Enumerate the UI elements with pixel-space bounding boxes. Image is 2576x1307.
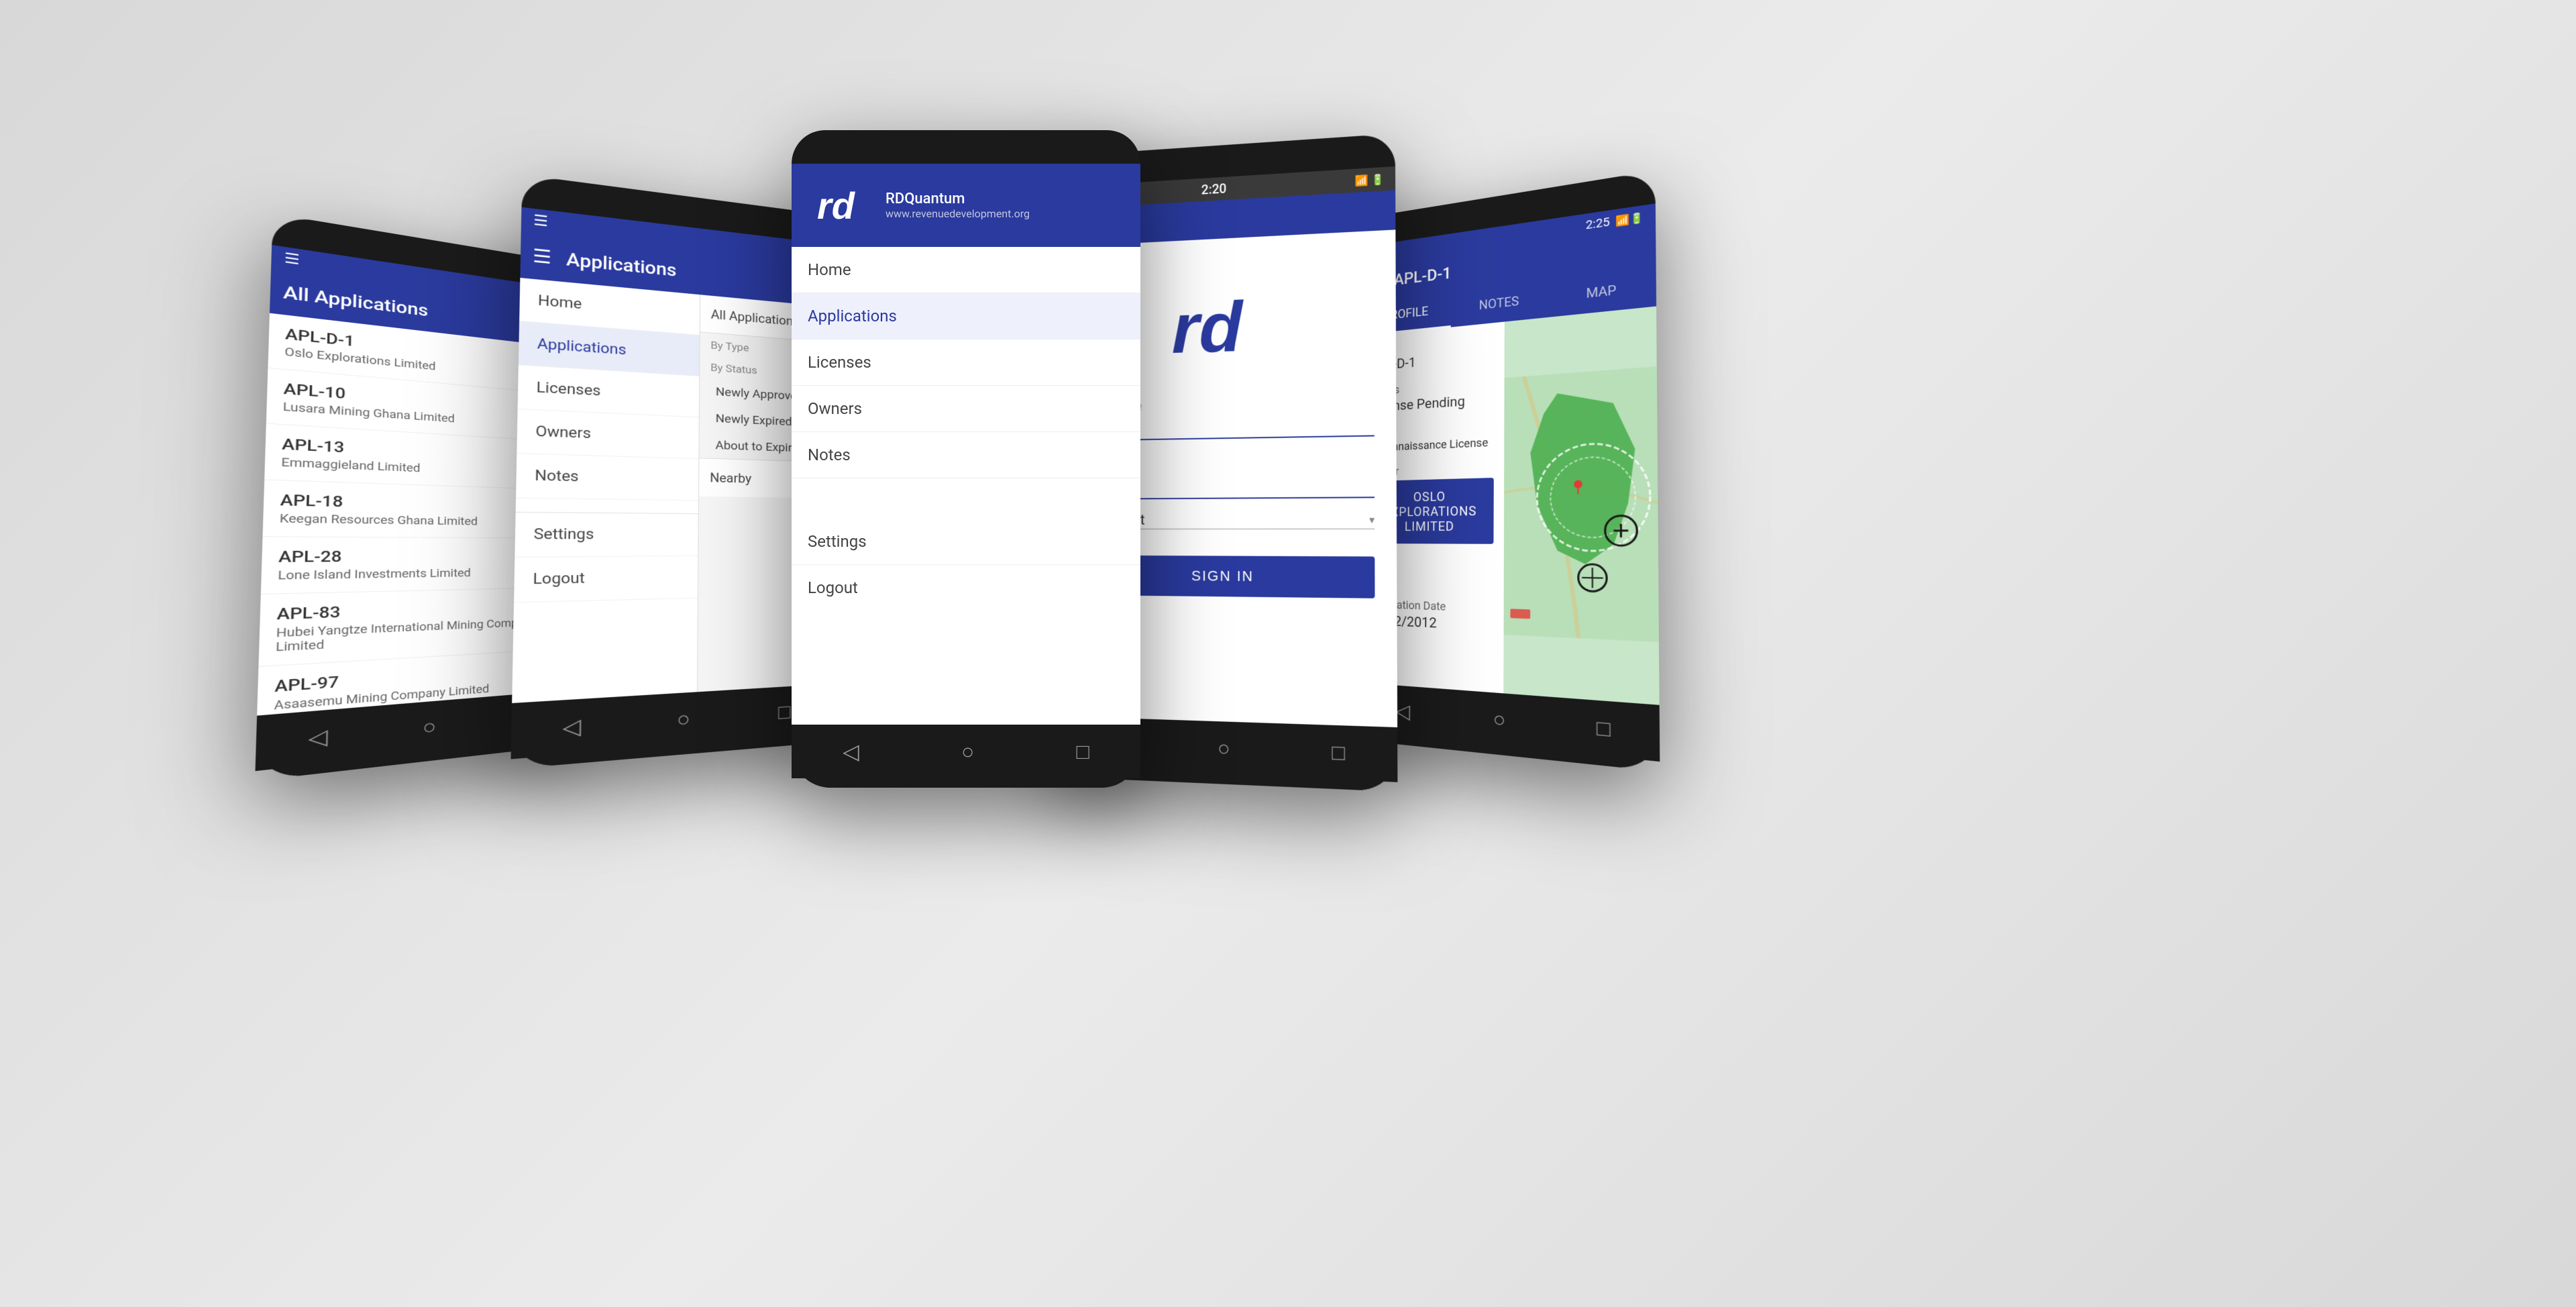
menu-logout[interactable]: Logout	[792, 565, 1140, 611]
menu-settings[interactable]: Settings	[792, 519, 1140, 565]
recent-button-3[interactable]: □	[1077, 739, 1089, 764]
phone-branding: rd RDQuantum www.revenuedevelopment.org …	[792, 130, 1140, 788]
page-title-2: Applications	[566, 248, 677, 280]
home-button-3[interactable]: ○	[961, 739, 974, 764]
menu-owners[interactable]: Owners	[792, 386, 1140, 432]
nav-notes[interactable]: Notes	[516, 454, 698, 501]
rd-logo-box: rd	[808, 177, 875, 233]
brand-header: rd RDQuantum www.revenuedevelopment.org	[792, 164, 1140, 247]
recent-button-5[interactable]: □	[1597, 715, 1611, 742]
recent-button-2[interactable]: □	[778, 699, 790, 724]
brand-name: RDQuantum	[885, 191, 1030, 207]
menu-icon-2[interactable]: ☰	[533, 212, 548, 230]
home-button-4[interactable]: ○	[1218, 735, 1230, 761]
app-scene: ☰ ▲▲▲ 🔋 All Applications 🔍 APL-D-1 Oslo …	[215, 117, 2361, 1190]
menu-licenses[interactable]: Licenses	[792, 339, 1140, 386]
svg-text:rd: rd	[1172, 286, 1244, 363]
login-logo-svg: rd	[1165, 274, 1281, 363]
menu-applications-active[interactable]: Applications	[792, 293, 1140, 339]
home-button-5[interactable]: ○	[1493, 707, 1505, 733]
menu-notes[interactable]: Notes	[792, 432, 1140, 478]
phone-notch-3	[906, 140, 1026, 164]
rd-logo-svg: rd	[814, 184, 868, 224]
hamburger-icon-2[interactable]: ☰	[533, 245, 552, 268]
brand-text: RDQuantum www.revenuedevelopment.org	[885, 191, 1030, 220]
status-icons-login: 📶 🔋	[1355, 172, 1385, 187]
svg-text:rd: rd	[817, 185, 856, 224]
back-button-3[interactable]: ◁	[843, 739, 859, 764]
nav-logout[interactable]: Logout	[514, 556, 698, 603]
home-button-1[interactable]: ○	[423, 714, 437, 739]
brand-logo-area: rd RDQuantum www.revenuedevelopment.org	[808, 177, 1030, 233]
status-time-login: 2:20	[1201, 180, 1227, 197]
phone-applications-menu: ☰ 🔋 ☰ Applications Home Applications Lic…	[511, 174, 832, 769]
map-svg	[1503, 306, 1659, 704]
back-button-1[interactable]: ◁	[308, 724, 328, 751]
branding-menu: Home Applications Licenses Owners Notes …	[792, 247, 1140, 725]
back-button-5[interactable]: ◁	[1395, 698, 1410, 723]
status-time-profile: 2:25	[1586, 215, 1610, 231]
brand-url: www.revenuedevelopment.org	[885, 207, 1030, 220]
recent-button-4[interactable]: □	[1332, 739, 1345, 766]
status-icons-profile: 📶🔋	[1615, 211, 1644, 227]
menu-home[interactable]: Home	[792, 247, 1140, 293]
left-nav: Home Applications Licenses Owners Notes …	[512, 278, 700, 703]
nav-layout: Home Applications Licenses Owners Notes …	[512, 278, 832, 703]
profile-content: Code APL-D-1 Status License Pending Type…	[1358, 306, 1660, 704]
chevron-down-icon: ▾	[1369, 513, 1375, 526]
home-button-2[interactable]: ○	[677, 706, 690, 732]
map-panel	[1503, 306, 1659, 704]
nav-settings[interactable]: Settings	[515, 512, 698, 558]
page-title-1: All Applications	[283, 282, 429, 320]
back-button-2[interactable]: ◁	[562, 713, 581, 741]
phone-profile: ☰ 2:25 📶🔋 ← APL-D-1 PROFILE NOTES MAP	[1356, 170, 1660, 772]
nav-bar-3: ◁ ○ □	[792, 725, 1140, 778]
nav-owners[interactable]: Owners	[517, 409, 698, 459]
profile-title: APL-D-1	[1394, 264, 1452, 290]
login-logo: rd	[1165, 274, 1281, 365]
menu-icon-1[interactable]: ☰	[284, 250, 300, 268]
